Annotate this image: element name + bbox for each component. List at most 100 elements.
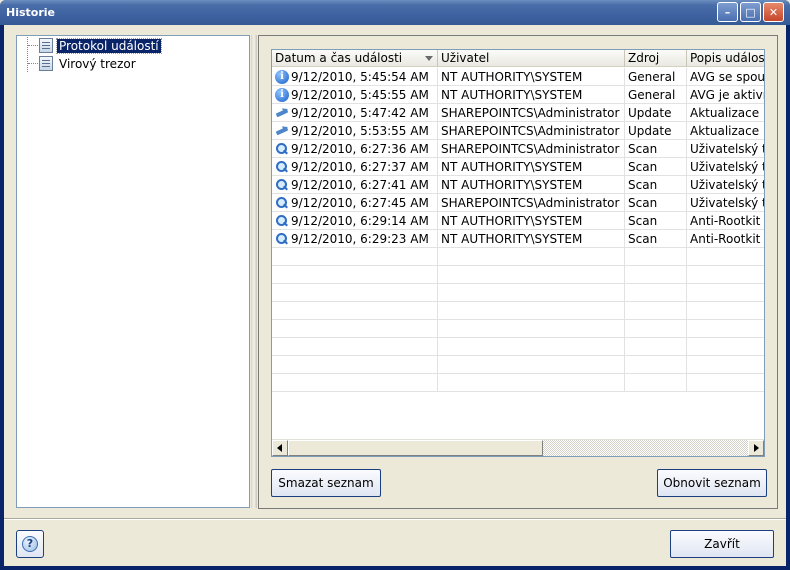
table-cell-datetime xyxy=(272,320,438,338)
tree-item-event-log[interactable]: Protokol událostí xyxy=(27,37,162,54)
table-cell-datetime: 9/12/2010, 6:27:41 AM xyxy=(272,176,438,194)
cell-text: Scan xyxy=(628,214,658,228)
table-cell-datetime: 9/12/2010, 6:27:37 AM xyxy=(272,158,438,176)
cell-text: NT AUTHORITY\SYSTEM xyxy=(441,88,583,102)
refresh-list-button[interactable]: Obnovit seznam xyxy=(657,469,767,497)
table-row[interactable]: 9/12/2010, 5:53:55 AM SHAREPOINTCS\Admini… xyxy=(272,122,765,140)
list-header: Datum a čas události Uživatel Zdroj Popi… xyxy=(272,50,764,67)
table-cell-datetime xyxy=(272,284,438,302)
table-row[interactable]: 9/12/2010, 5:45:55 AM NT AUTHORITY\SYSTEM… xyxy=(272,86,765,104)
table-cell-source xyxy=(625,356,687,374)
table-cell-desc: Anti-Rootkit t xyxy=(687,212,764,230)
table-cell-user xyxy=(438,302,625,320)
cell-text: AVG se spouš xyxy=(690,70,765,84)
cell-text: SHAREPOINTCS\Administrator xyxy=(441,142,620,156)
cell-text: 9/12/2010, 6:29:23 AM xyxy=(291,232,429,246)
table-cell-desc: Uživatelský te xyxy=(687,194,764,212)
cell-text: 9/12/2010, 6:27:36 AM xyxy=(291,142,429,156)
table-cell-user xyxy=(438,374,625,392)
tree-item-virus-vault[interactable]: Virový trezor xyxy=(27,55,138,72)
cell-text: NT AUTHORITY\SYSTEM xyxy=(441,70,583,84)
table-row[interactable]: 9/12/2010, 6:27:41 AM NT AUTHORITY\SYSTEM… xyxy=(272,176,764,194)
table-cell-source: Scan xyxy=(625,212,687,230)
table-row[interactable]: 9/12/2010, 5:47:42 AM SHAREPOINTCS\Admini… xyxy=(272,104,764,122)
event-list[interactable]: Datum a čas události Uživatel Zdroj Popi… xyxy=(271,49,765,457)
table-cell-user: NT AUTHORITY\SYSTEM xyxy=(438,230,625,248)
column-header-source[interactable]: Zdroj xyxy=(625,50,687,67)
table-cell-source xyxy=(625,338,687,356)
cell-text: Scan xyxy=(628,196,658,210)
table-cell-source xyxy=(625,374,687,392)
table-cell-source xyxy=(625,248,687,266)
table-row xyxy=(272,338,764,356)
table-cell-source: Update xyxy=(625,122,687,140)
clear-list-button[interactable]: Smazat seznam xyxy=(271,469,381,497)
table-row[interactable]: 9/12/2010, 6:27:45 AM SHAREPOINTCS\Admini… xyxy=(272,194,764,212)
log-document-icon xyxy=(39,38,53,53)
scroll-left-button[interactable] xyxy=(272,440,288,456)
title-bar[interactable]: Historie – □ ✕ xyxy=(0,0,790,25)
table-cell-datetime: 9/12/2010, 5:45:55 AM xyxy=(272,86,438,104)
info-icon xyxy=(275,68,289,86)
table-cell-datetime: 9/12/2010, 6:29:23 AM xyxy=(272,230,438,248)
window-client-area: Protokol událostí Virový trezor Datum a … xyxy=(4,25,786,566)
table-cell-user: NT AUTHORITY\SYSTEM xyxy=(438,86,625,104)
cell-text: AVG je aktivn xyxy=(690,88,765,102)
table-cell-source: Update xyxy=(625,104,687,122)
scroll-right-button[interactable] xyxy=(748,440,764,456)
event-log-panel: Datum a čas události Uživatel Zdroj Popi… xyxy=(258,35,778,509)
cell-text: 9/12/2010, 6:27:41 AM xyxy=(291,178,429,192)
close-window-button[interactable]: ✕ xyxy=(763,2,784,22)
table-row[interactable]: 9/12/2010, 6:27:36 AM SHAREPOINTCS\Admini… xyxy=(272,140,764,158)
table-cell-desc: Anti-Rootkit t xyxy=(687,230,764,248)
table-cell-datetime: 9/12/2010, 5:53:55 AM xyxy=(272,122,438,140)
minimize-button[interactable]: – xyxy=(717,2,738,22)
vault-document-icon xyxy=(39,56,53,71)
update-icon xyxy=(275,106,289,120)
table-row xyxy=(272,320,764,338)
column-header-description[interactable]: Popis události xyxy=(687,50,764,67)
tree-item-label: Virový trezor xyxy=(59,56,136,71)
cell-text: Update xyxy=(628,106,672,120)
tree-connector xyxy=(27,55,38,72)
cell-text: 9/12/2010, 5:45:54 AM xyxy=(291,70,429,84)
table-cell-user xyxy=(438,356,625,374)
table-row xyxy=(272,302,764,320)
cell-text: 9/12/2010, 5:45:55 AM xyxy=(291,88,429,102)
scroll-thumb[interactable] xyxy=(288,440,543,456)
table-cell-datetime: 9/12/2010, 6:27:36 AM xyxy=(272,140,438,158)
table-cell-source xyxy=(625,284,687,302)
column-header-user[interactable]: Uživatel xyxy=(438,50,625,67)
table-row xyxy=(272,284,764,302)
history-window: Historie – □ ✕ Protokol událostí Virový … xyxy=(0,0,790,570)
table-row xyxy=(272,266,764,284)
column-header-datetime[interactable]: Datum a čas události xyxy=(272,50,438,67)
table-row[interactable]: 9/12/2010, 6:27:37 AM NT AUTHORITY\SYSTEM… xyxy=(272,158,764,176)
table-cell-desc: Aktualizace b xyxy=(687,122,765,140)
table-cell-datetime: 9/12/2010, 6:29:14 AM xyxy=(272,212,438,230)
table-row[interactable]: 9/12/2010, 6:29:14 AM NT AUTHORITY\SYSTEM… xyxy=(272,212,764,230)
cell-text: SHAREPOINTCS\Administrator xyxy=(441,124,620,138)
table-cell-datetime: 9/12/2010, 5:45:54 AM xyxy=(272,68,438,86)
pane-splitter[interactable] xyxy=(251,35,257,508)
cell-text: 9/12/2010, 6:27:45 AM xyxy=(291,196,429,210)
table-row[interactable]: 9/12/2010, 5:45:54 AM NT AUTHORITY\SYSTEM… xyxy=(272,68,765,86)
table-cell-user: NT AUTHORITY\SYSTEM xyxy=(438,158,625,176)
update-icon xyxy=(275,124,289,138)
tree-connector xyxy=(27,37,38,54)
help-button[interactable]: ? xyxy=(16,530,44,558)
close-button[interactable]: Zavřít xyxy=(670,530,774,558)
table-cell-desc xyxy=(687,248,764,266)
table-row[interactable]: 9/12/2010, 6:29:23 AM NT AUTHORITY\SYSTEM… xyxy=(272,230,764,248)
tree-item-label: Protokol událostí xyxy=(56,37,162,54)
cell-text: General xyxy=(628,70,676,84)
maximize-button[interactable]: □ xyxy=(740,2,761,22)
cell-text: Update xyxy=(628,124,672,138)
cell-text: Aktualizace b xyxy=(690,124,765,138)
horizontal-scrollbar[interactable] xyxy=(272,439,764,456)
table-cell-desc xyxy=(687,356,764,374)
table-cell-source: Scan xyxy=(625,158,687,176)
table-cell-source: Scan xyxy=(625,176,687,194)
cell-text: 9/12/2010, 6:27:37 AM xyxy=(291,160,429,174)
table-cell-source: General xyxy=(625,86,687,104)
